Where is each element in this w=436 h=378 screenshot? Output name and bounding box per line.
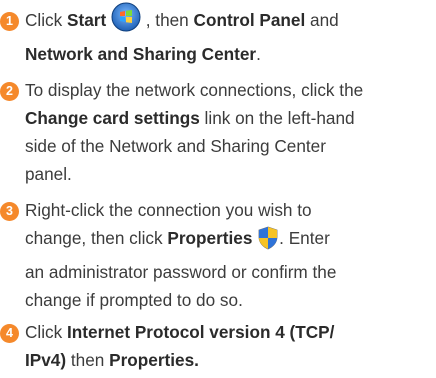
step-3-line-4: change if prompted to do so. [25, 290, 243, 310]
text: Right-click the connection you wish to [25, 200, 312, 220]
start-label: Start [67, 10, 107, 30]
step-3: 3 Right-click the connection you wish to … [0, 196, 436, 314]
properties-label: Properties [167, 228, 253, 248]
control-panel-label: Control Panel [193, 10, 306, 30]
step-3-line-3: an administrator password or confirm the [25, 262, 337, 282]
step-2-line-2: Change card settings link on the left-ha… [0, 104, 436, 132]
text: Click [25, 10, 68, 30]
text: . Enter [279, 228, 330, 248]
step-2-line-4: panel. [25, 164, 72, 184]
step-1-line-2: Network and Sharing Center. [0, 40, 436, 68]
text: , then [140, 10, 194, 30]
step-number: 2 [0, 82, 19, 101]
step-2-line-1: 2 To display the network connections, cli… [0, 76, 436, 104]
change-card-settings-label: Change card settings [25, 108, 200, 128]
ipv4-label: Internet Protocol version 4 (TCP/ [67, 322, 335, 342]
text: Click [25, 322, 68, 342]
step-1-line-1: 1 Click Start , then Control Panel and [0, 2, 436, 40]
text: . [256, 44, 261, 64]
uac-shield-icon [257, 226, 279, 258]
step-4-line-2: IPv4) then Properties. [0, 346, 436, 374]
network-sharing-center-label: Network and Sharing Center [25, 44, 257, 64]
text: and [305, 10, 339, 30]
ipv4-label-cont: IPv4) [25, 350, 67, 370]
step-2-line-3: side of the Network and Sharing Center [25, 136, 326, 156]
step-4-line-1: 4 Click Internet Protocol version 4 (TCP/ [0, 318, 436, 346]
text: then [66, 350, 110, 370]
step-number: 4 [0, 324, 19, 343]
text: link on the left-hand [199, 108, 355, 128]
instruction-steps: 1 Click Start , then Control Panel and N… [0, 0, 436, 378]
text: To display the network connections, clic… [25, 80, 364, 100]
step-number: 1 [0, 12, 19, 31]
step-2: 2 To display the network connections, cli… [0, 76, 436, 188]
step-3-line-1: 3 Right-click the connection you wish to [0, 196, 436, 224]
properties-label: Properties. [109, 350, 199, 370]
text: change, then click [25, 228, 168, 248]
step-4: 4 Click Internet Protocol version 4 (TCP/… [0, 318, 436, 374]
windows-start-orb-icon [111, 2, 141, 40]
step-number: 3 [0, 202, 19, 221]
step-1: 1 Click Start , then Control Panel and N… [0, 2, 436, 68]
step-3-line-2: change, then click Properties . Enter [0, 224, 436, 258]
